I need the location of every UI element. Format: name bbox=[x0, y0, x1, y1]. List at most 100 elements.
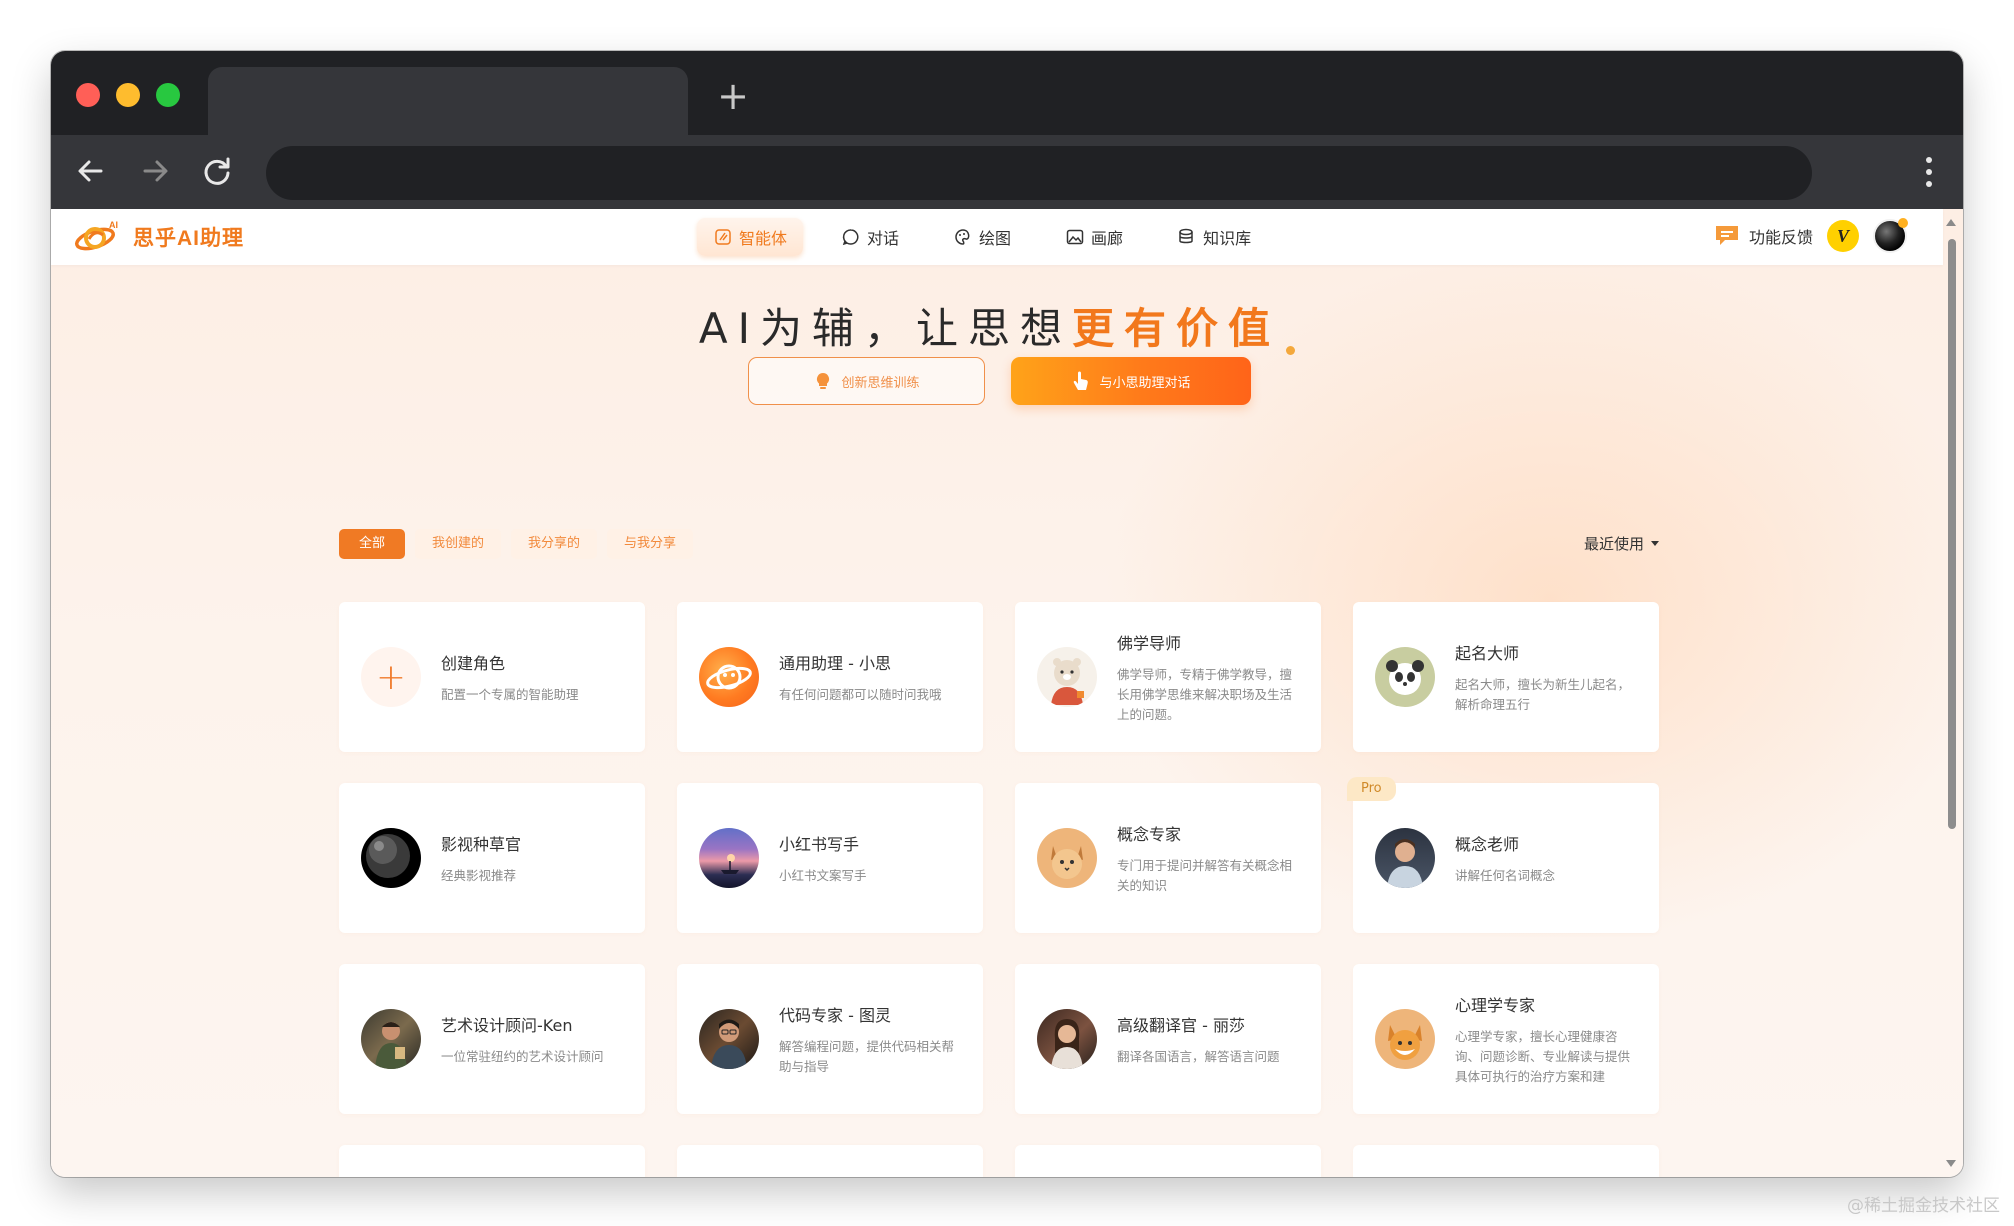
hero-title-plain: AI为辅，让思想 bbox=[698, 304, 1073, 353]
sort-label: 最近使用 bbox=[1584, 535, 1645, 553]
agent-name: 心理学专家 bbox=[1455, 995, 1536, 1015]
agent-card-partial[interactable] bbox=[1353, 1145, 1659, 1177]
sort-dropdown[interactable]: 最近使用 bbox=[1584, 533, 1660, 554]
agent-grid: + 创建角色 配置一个专属的智能助理 通用助理 - 小思 有任何问题都可以随时问… bbox=[339, 602, 1659, 1177]
feedback-label: 功能反馈 bbox=[1748, 228, 1813, 247]
agent-description: 经典影视推荐 bbox=[441, 867, 517, 883]
filter-shared-with-me[interactable]: 与我分享 bbox=[607, 529, 694, 559]
back-arrow-icon[interactable] bbox=[69, 149, 113, 193]
hand-pointer-icon bbox=[1074, 371, 1089, 390]
agent-name: 代码专家 - 图灵 bbox=[779, 1005, 891, 1025]
filter-created-by-me[interactable]: 我创建的 bbox=[415, 529, 502, 559]
feedback-button[interactable]: 功能反馈 bbox=[1713, 223, 1813, 249]
agent-card[interactable]: 佛学导师 佛学导师，专精于佛学教导，擅长用佛学思维来解决职场及生活上的问题。 bbox=[1015, 602, 1321, 752]
new-tab-icon[interactable]: + bbox=[713, 77, 753, 117]
scroll-down-arrow-icon[interactable] bbox=[1946, 1160, 1956, 1167]
agent-name: 起名大师 bbox=[1455, 643, 1520, 663]
filter-shared-by-me[interactable]: 我分享的 bbox=[511, 529, 598, 559]
notification-dot bbox=[1898, 218, 1908, 228]
hero-buttons: 创新思维训练 与小思助理对话 bbox=[748, 357, 1251, 405]
agent-card[interactable]: 代码专家 - 图灵 解答编程问题，提供代码相关帮助与指导 bbox=[677, 964, 983, 1114]
reload-icon[interactable] bbox=[195, 149, 239, 193]
sunset-boat-avatar bbox=[699, 828, 759, 888]
nav-label: 绘图 bbox=[979, 229, 1012, 248]
agent-card[interactable]: 高级翻译官 - 丽莎 翻译各国语言，解答语言问题 bbox=[1015, 964, 1321, 1114]
browser-toolbar bbox=[51, 135, 1963, 209]
agent-name: 概念专家 bbox=[1117, 824, 1182, 844]
nav-gallery[interactable]: 画廊 bbox=[1049, 218, 1139, 256]
address-bar[interactable] bbox=[266, 146, 1812, 200]
watermark: @稀土掘金技术社区 bbox=[1847, 1196, 2000, 1216]
page-scrollbar[interactable] bbox=[1946, 213, 1960, 1173]
nav-label: 知识库 bbox=[1203, 229, 1252, 248]
agent-card[interactable]: 小红书写手 小红书文案写手 bbox=[677, 783, 983, 933]
agent-name: 通用助理 - 小思 bbox=[779, 653, 891, 673]
chat-with-assistant-button[interactable]: 与小思助理对话 bbox=[1011, 357, 1251, 405]
nav-knowledge-base[interactable]: 知识库 bbox=[1161, 218, 1267, 256]
close-window-button[interactable] bbox=[76, 83, 100, 107]
agent-description: 一位常驻纽约的艺术设计顾问 bbox=[441, 1048, 604, 1064]
agent-name: 艺术设计顾问-Ken bbox=[441, 1015, 573, 1035]
agent-card[interactable]: 起名大师 起名大师，擅长为新生儿起名，解析命理五行 bbox=[1353, 602, 1659, 752]
agent-card-partial[interactable] bbox=[1015, 1145, 1321, 1177]
scroll-up-arrow-icon[interactable] bbox=[1946, 219, 1956, 226]
pro-badge: Pro bbox=[1347, 777, 1396, 801]
hero-title: AI为辅，让思想更有价值 bbox=[698, 295, 1296, 356]
app-logo[interactable]: AI 思乎AI助理 bbox=[73, 217, 244, 257]
agent-description: 解答编程问题，提供代码相关帮助与指导 bbox=[779, 1038, 955, 1074]
nav-label: 画廊 bbox=[1091, 229, 1124, 248]
app-logo-text: 思乎AI助理 bbox=[133, 227, 244, 250]
agent-card[interactable]: 概念专家 专门用于提问并解答有关概念相关的知识 bbox=[1015, 783, 1321, 933]
minimize-window-button[interactable] bbox=[116, 83, 140, 107]
filter-all[interactable]: 全部 bbox=[339, 529, 406, 559]
forward-arrow-icon[interactable] bbox=[133, 149, 177, 193]
chat-with-assistant-label: 与小思助理对话 bbox=[1099, 375, 1191, 391]
hero-title-highlight: 更有价值 bbox=[1072, 304, 1281, 353]
agent-name: 高级翻译官 - 丽莎 bbox=[1117, 1015, 1245, 1035]
chat-icon bbox=[842, 229, 859, 246]
agent-card[interactable]: 通用助理 - 小思 有任何问题都可以随时问我哦 bbox=[677, 602, 983, 752]
nav-label: 智能体 bbox=[739, 229, 788, 248]
agent-card-partial[interactable] bbox=[677, 1145, 983, 1177]
nav-label: 对话 bbox=[867, 229, 900, 248]
lightbulb-icon bbox=[817, 372, 830, 389]
agent-icon bbox=[715, 229, 731, 245]
gallery-icon bbox=[1066, 229, 1084, 245]
nav-chat[interactable]: 对话 bbox=[825, 218, 915, 256]
agent-card-create[interactable]: + 创建角色 配置一个专属的智能助理 bbox=[339, 602, 645, 752]
nav-agents[interactable]: 智能体 bbox=[697, 218, 804, 256]
translator-avatar bbox=[1037, 1009, 1097, 1069]
user-avatar[interactable] bbox=[1873, 218, 1908, 253]
caret-down-icon bbox=[1651, 541, 1660, 546]
agent-card-partial[interactable] bbox=[339, 1145, 645, 1177]
browser-menu-icon[interactable] bbox=[1925, 157, 1933, 187]
bear-monk-avatar bbox=[1037, 647, 1097, 707]
svg-text:AI: AI bbox=[109, 220, 118, 230]
coder-avatar bbox=[699, 1009, 759, 1069]
vip-badge[interactable]: V bbox=[1827, 220, 1859, 252]
browser-tab[interactable] bbox=[208, 67, 688, 135]
agent-name: 概念老师 bbox=[1455, 834, 1520, 854]
header-actions: 功能反馈 V bbox=[1713, 218, 1908, 253]
dark-planet-avatar bbox=[361, 828, 421, 888]
nav-drawing[interactable]: 绘图 bbox=[937, 218, 1027, 256]
feedback-icon bbox=[1715, 226, 1738, 245]
agent-card[interactable]: 艺术设计顾问-Ken 一位常驻纽约的艺术设计顾问 bbox=[339, 964, 645, 1114]
agent-description: 有任何问题都可以随时问我哦 bbox=[779, 686, 942, 702]
teacher-avatar bbox=[1375, 828, 1435, 888]
agent-description: 翻译各国语言，解答语言问题 bbox=[1117, 1048, 1280, 1064]
browser-window: + AI 思乎AI助理 智能体 对话 绘图 画廊 知识库 功能反馈 V AI为辅… bbox=[51, 51, 1963, 1177]
page-viewport: AI 思乎AI助理 智能体 对话 绘图 画廊 知识库 功能反馈 V AI为辅，让… bbox=[51, 209, 1963, 1177]
scroll-thumb[interactable] bbox=[1948, 239, 1956, 829]
agent-card[interactable]: Pro 概念老师 讲解任何名词概念 bbox=[1347, 777, 1659, 933]
agent-description: 配置一个专属的智能助理 bbox=[441, 686, 579, 702]
fox-avatar bbox=[1375, 1009, 1435, 1069]
agent-card[interactable]: 心理学专家 心理学专家，擅长心理健康咨询、问题诊断、专业解读与提供具体可执行的治… bbox=[1353, 964, 1659, 1114]
maximize-window-button[interactable] bbox=[156, 83, 180, 107]
agent-card[interactable]: 影视种草官 经典影视推荐 bbox=[339, 783, 645, 933]
app-logo-icon: AI bbox=[75, 220, 118, 251]
panda-avatar bbox=[1375, 647, 1435, 707]
agent-description: 佛学导师，专精于佛学教导，擅长用佛学思维来解决职场及生活上的问题。 bbox=[1117, 666, 1293, 722]
designer-avatar bbox=[361, 1009, 421, 1069]
creative-thinking-button[interactable]: 创新思维训练 bbox=[748, 357, 985, 405]
